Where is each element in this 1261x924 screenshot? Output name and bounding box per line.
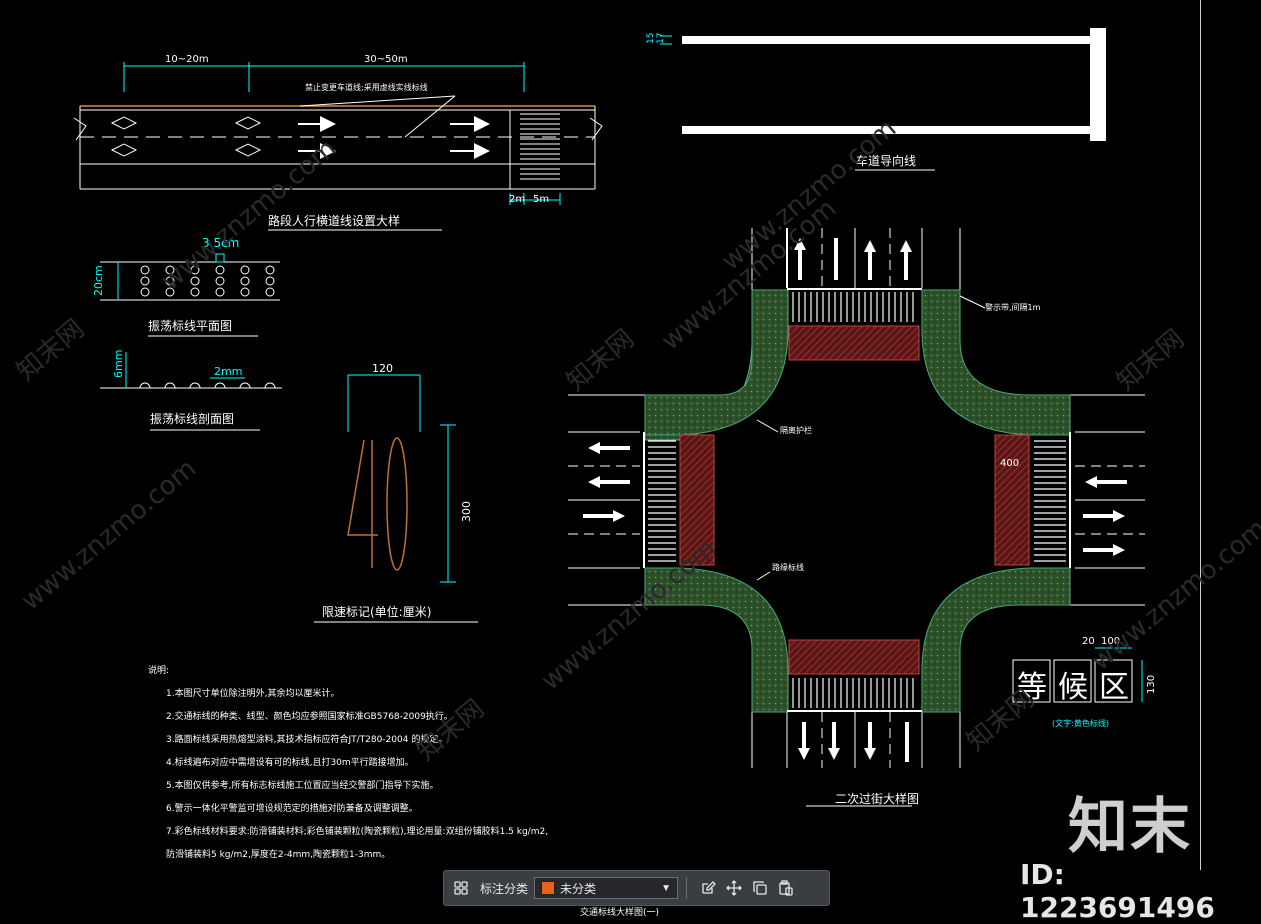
- note-item: 7.彩色标线材料要求:防滑铺装材料;彩色铺装颗粒(陶瓷颗粒),理论用量:双组份铺…: [166, 827, 549, 837]
- category-color-swatch: [541, 881, 556, 895]
- bottom-clipped-title: 交通标线大样图(一): [580, 908, 660, 918]
- road-segment-title: 路段人行横道线设置大样: [268, 214, 401, 228]
- note-item: 6.警示一体化平警监可增设规范定的措施对防兼备及调整调整。: [166, 804, 418, 814]
- brand-logo: 知末: [1068, 792, 1192, 862]
- wait-char-2: 候: [1058, 670, 1088, 705]
- speed-limit-marking: [314, 374, 478, 623]
- category-selected-value: 未分类: [560, 881, 597, 896]
- toolbar-divider: [686, 877, 688, 899]
- note-item: 防滑铺装料5 kg/m2,厚度在2-4mm,陶瓷颗粒1-3mm。: [166, 850, 391, 860]
- category-select[interactable]: 未分类 ▼: [534, 877, 679, 899]
- note-item: 1.本图尺寸单位除注明外,其余均以厘米计。: [166, 689, 340, 699]
- note-item: 4.标线遍布对应中需增设有可的标线,且打30m平行踏接增加。: [166, 758, 414, 768]
- lane-guide-dim-b: 17: [656, 32, 666, 44]
- grid-icon[interactable]: [448, 875, 474, 901]
- dim-400-label: 400: [1000, 458, 1020, 469]
- frame-border-line: [1200, 0, 1201, 870]
- width-label: 警示带,间隔1m: [985, 303, 1041, 312]
- speed-limit-title: 限速标记(单位:厘米): [322, 605, 432, 619]
- dim-2m-label: 2m: [509, 194, 526, 205]
- notes-block: 说明: 1.本图尺寸单位除注明外,其余均以厘米计。 2.交通标线的种类、线型、颜…: [148, 660, 548, 867]
- dim-left-label: 10~20m: [165, 54, 209, 65]
- dim-5m-label: 5m: [533, 194, 550, 205]
- wait-dim-height: 130: [1146, 674, 1157, 694]
- dim-width-label: 20cm: [92, 265, 105, 296]
- rumble-plan-title: 振荡标线平面图: [148, 319, 233, 333]
- chevron-down-icon: ▼: [661, 882, 672, 894]
- wait-note: (文字:黄色标线): [1052, 719, 1109, 728]
- intersection-title: 二次过街大样图: [835, 792, 920, 806]
- notes-heading: 说明:: [148, 666, 170, 676]
- note-item: 3.路面标线采用热熔型涂料,其技术指标应符合JT/T280-2004 的规定。: [166, 735, 448, 745]
- edge-line-label: 路缘标线: [772, 563, 804, 572]
- rumble-section-title: 振荡标线剖面图: [150, 412, 235, 426]
- note-item: 5.本图仅供参考,所有标志标线施工位置应当经交警部门指导下实施。: [166, 781, 439, 791]
- callout-label: 禁止变更车道线;采用虚线实线标线: [305, 83, 428, 92]
- speed-dim-width: 120: [372, 362, 393, 375]
- dim-height-label: 6mm: [112, 349, 125, 378]
- lane-guide-dim-a: 15: [646, 32, 656, 44]
- image-id-label: ID: 1223691496: [1020, 858, 1215, 924]
- speed-dim-height: 300: [460, 501, 473, 522]
- greenbelt-label: 隔离护栏: [780, 426, 812, 435]
- wait-dim-a: 20: [1082, 636, 1095, 647]
- dim-right-label: 30~50m: [364, 54, 408, 65]
- annotation-toolbar: 标注分类 未分类 ▼: [443, 870, 830, 906]
- edit-icon[interactable]: [695, 875, 721, 901]
- dim-gap-label: 2mm: [214, 365, 243, 378]
- paste-icon[interactable]: [773, 875, 799, 901]
- copy-icon[interactable]: [747, 875, 773, 901]
- category-label: 标注分类: [480, 881, 529, 896]
- move-icon[interactable]: [721, 875, 747, 901]
